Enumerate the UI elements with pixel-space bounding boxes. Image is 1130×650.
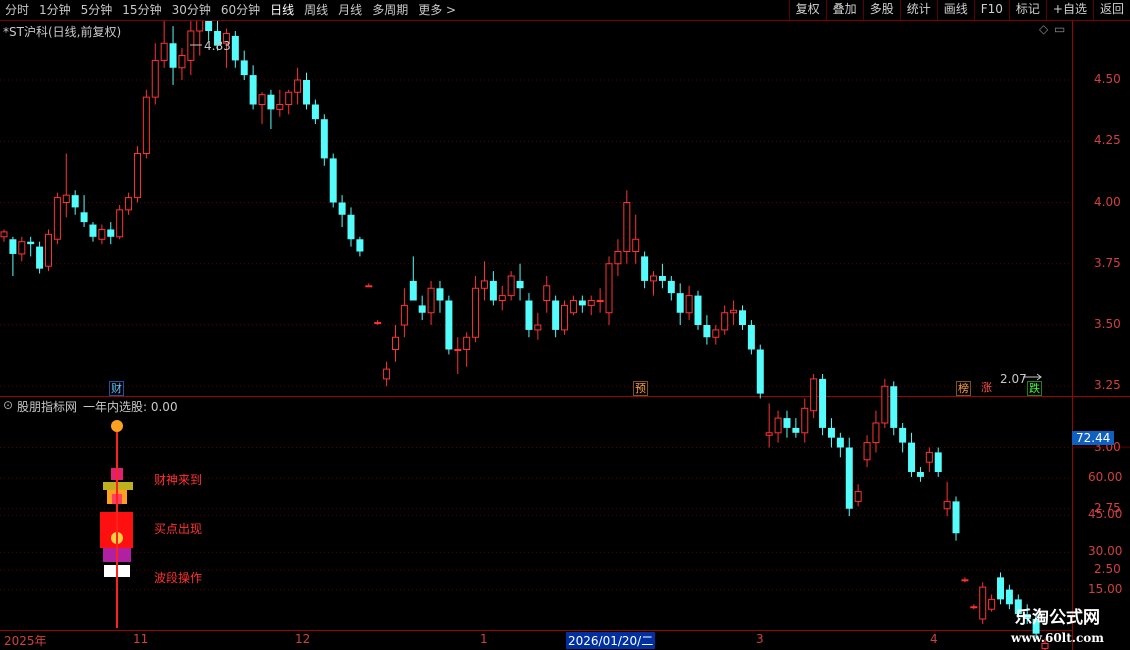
date-label-1: 1 [480, 632, 488, 646]
indicator-text-swing: 波段操作 [154, 571, 203, 585]
price-tick-4: 3.50 [1094, 317, 1121, 331]
toolbar-action-5[interactable]: F10 [973, 0, 1009, 20]
toolbar-action-1[interactable]: 叠加 [825, 0, 863, 20]
candle [44, 229, 52, 272]
period-tab-1[interactable]: 1分钟 [34, 0, 76, 20]
period-tab-0[interactable]: 分时 [0, 0, 34, 20]
period-tab-9[interactable]: 多周期 [367, 0, 413, 20]
candle [694, 290, 702, 330]
chart-settings-icon[interactable]: ◇ [1039, 22, 1048, 36]
indicator-text-buy-point: 买点出现 [154, 522, 203, 536]
watermark-url: www.60lt.com [1011, 631, 1104, 645]
period-tab-6[interactable]: 日线 [265, 0, 299, 20]
candle [881, 378, 889, 428]
toolbar-action-3[interactable]: 统计 [899, 0, 937, 20]
toolbar-action-2[interactable]: 多股 [862, 0, 900, 20]
watermark-logo: 乐淘公式网 www.60lt.com [985, 606, 1130, 650]
date-label-2025: 2025年 [4, 634, 47, 648]
indicator-tick-3: 15.00 [1088, 581, 1123, 596]
indicator-text-god-of-wealth: 财神来到 [154, 473, 203, 487]
chart-collapse-icon[interactable]: ▭ [1054, 22, 1065, 36]
candle [320, 114, 328, 166]
period-tab-8[interactable]: 月线 [333, 0, 367, 20]
period-tab-3[interactable]: 15分钟 [117, 0, 166, 20]
candle [133, 146, 141, 203]
candle [142, 89, 150, 159]
price-tick-5: 3.25 [1094, 378, 1121, 393]
high-price-label: 4.83 [204, 39, 231, 53]
period-tab-5[interactable]: 60分钟 [216, 0, 265, 20]
chart-title: *ST沪科(日线,前复权) [3, 25, 122, 39]
indicator-title: 股朋指标网 [17, 400, 78, 414]
toolbar-action-7[interactable]: +自选 [1045, 0, 1093, 20]
candle [890, 381, 898, 436]
period-tab-10[interactable]: 更多 > [413, 0, 461, 20]
candle [507, 271, 515, 301]
marker-fall[interactable]: 跌 [1027, 381, 1042, 396]
indicator-tick-2: 30.00 [1088, 544, 1123, 559]
candle [747, 320, 755, 355]
candle [845, 437, 853, 517]
candle [116, 204, 124, 240]
toolbar-action-4[interactable]: 画线 [936, 0, 974, 20]
candle [53, 192, 61, 245]
candle [756, 344, 764, 399]
date-label-3: 3 [756, 632, 764, 646]
price-tick-0: 4.50 [1094, 72, 1121, 86]
toolbar-action-8[interactable]: 返回 [1092, 0, 1130, 20]
toolbar-actions: 复权 叠加 多股 统计 画线 F10 标记 +自选 返回 [788, 0, 1130, 20]
marker-rise[interactable]: 涨 [980, 381, 993, 394]
date-label-4: 4 [930, 632, 938, 646]
price-tick-1: 4.25 [1094, 133, 1121, 148]
low-price-label: 2.07 [1000, 372, 1027, 386]
marker-ranking[interactable]: 榜 [956, 381, 971, 396]
period-tab-2[interactable]: 5分钟 [76, 0, 118, 20]
chart-canvas [0, 0, 1130, 650]
candle [561, 300, 569, 335]
indicator-tick-0: 60.00 [1088, 470, 1123, 484]
price-tick-2: 4.00 [1094, 194, 1121, 209]
period-tab-4[interactable]: 30分钟 [167, 0, 216, 20]
watermark-title: 乐淘公式网 [1015, 608, 1100, 628]
marker-finance[interactable]: 财 [109, 381, 124, 396]
period-tabs: 分时 1分钟 5分钟 15分钟 30分钟 60分钟 日线 周线 月线 多周期 更多 > [0, 0, 461, 20]
indicator-subtitle: 一年内选股: 0.00 [83, 400, 178, 414]
marker-forecast[interactable]: 预 [633, 381, 648, 396]
toolbar-action-6[interactable]: 标记 [1008, 0, 1046, 20]
date-label-11: 11 [133, 632, 149, 646]
price-tick-3: 3.75 [1094, 255, 1121, 270]
period-tab-7[interactable]: 周线 [299, 0, 333, 20]
candle [445, 295, 453, 355]
indicator-current-value: 72.44 [1072, 431, 1115, 445]
indicator-tick-1: 45.00 [1088, 507, 1123, 522]
date-label-12: 12 [295, 632, 311, 646]
price-tick-8: 2.50 [1094, 562, 1121, 576]
indicator-collapse-icon[interactable]: ⊙ [3, 398, 13, 412]
candle [819, 374, 827, 436]
toolbar-action-0[interactable]: 复权 [788, 0, 826, 20]
period-toolbar: 分时 1分钟 5分钟 15分钟 30分钟 60分钟 日线 周线 月线 多周期 更多 > 复权 叠加 多股… [0, 0, 1130, 21]
candle [329, 153, 337, 208]
date-cursor: 2026/01/20/二 [566, 632, 656, 649]
